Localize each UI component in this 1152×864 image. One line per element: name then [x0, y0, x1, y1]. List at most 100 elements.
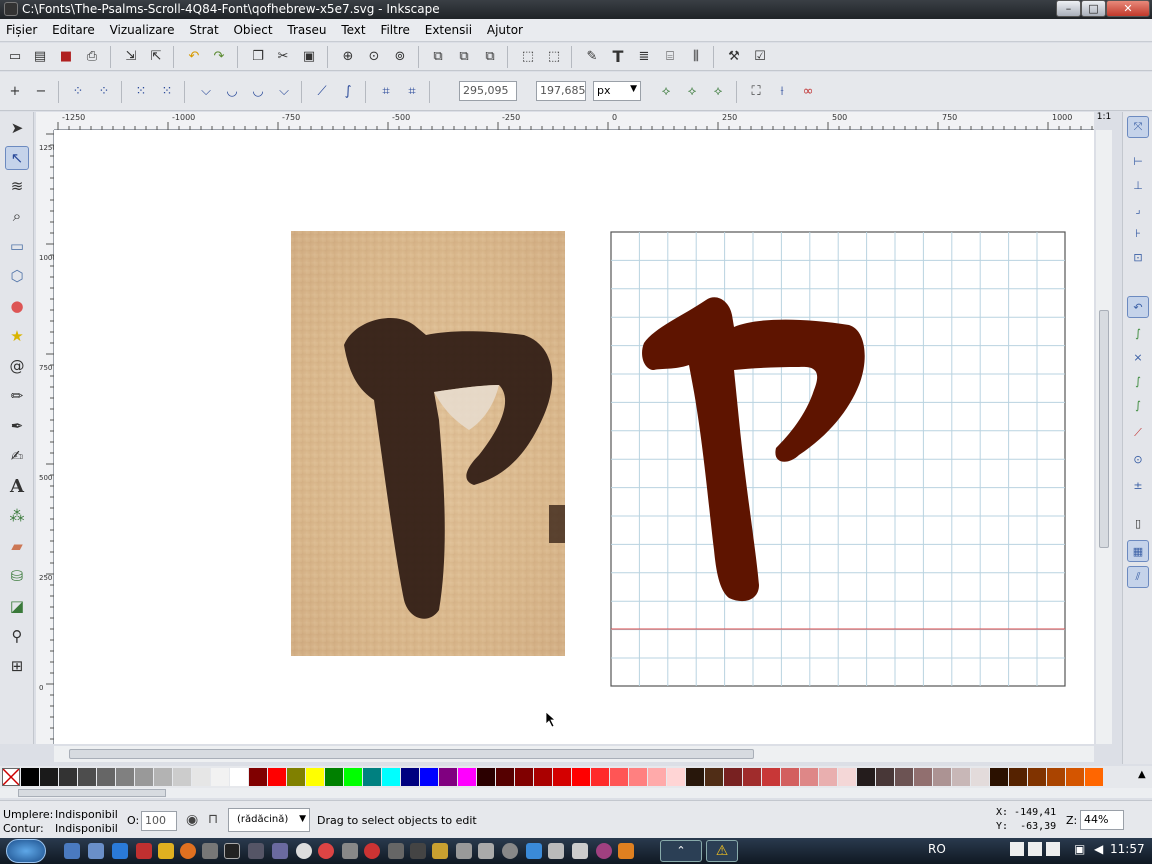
xml-editor-icon[interactable]: ⌸ — [659, 45, 681, 67]
taskbar-app9-icon[interactable] — [526, 843, 542, 859]
menu-help[interactable]: Ajutor — [481, 19, 528, 37]
unit-select[interactable]: px ▼ — [593, 81, 641, 101]
horizontal-scroll-thumb[interactable] — [69, 749, 754, 759]
palette-scrollbar[interactable] — [0, 788, 1152, 798]
color-swatch[interactable] — [534, 768, 552, 786]
export-icon[interactable]: ⇱ — [145, 45, 167, 67]
minimize-button[interactable]: – — [1056, 0, 1081, 17]
zoom-page-icon[interactable]: ⊚ — [389, 45, 411, 67]
taskbar-opera-icon[interactable] — [364, 843, 380, 859]
color-swatch[interactable] — [268, 768, 286, 786]
preferences-icon[interactable]: ⚒ — [723, 45, 745, 67]
zoom-input[interactable]: 44% — [1080, 810, 1124, 830]
no-paint-swatch[interactable] — [2, 768, 20, 786]
rectangle-tool-icon[interactable]: ▭ — [5, 234, 29, 258]
save-icon[interactable]: ■ — [55, 45, 77, 67]
taskbar-show-hidden-button[interactable]: ⌃ — [660, 840, 702, 862]
taskbar-app7-icon[interactable] — [478, 843, 494, 859]
spray-tool-icon[interactable]: ⁂ — [5, 504, 29, 528]
color-swatch[interactable] — [762, 768, 780, 786]
taskbar-app5-icon[interactable] — [432, 843, 448, 859]
language-indicator[interactable]: RO — [928, 842, 946, 856]
y-coordinate-input[interactable]: 197,685 — [536, 81, 586, 101]
color-swatch[interactable] — [173, 768, 191, 786]
color-swatch[interactable] — [553, 768, 571, 786]
network-icon[interactable]: ▣ — [1074, 842, 1085, 856]
color-swatch[interactable] — [895, 768, 913, 786]
menu-path[interactable]: Traseu — [281, 19, 331, 37]
color-swatch[interactable] — [781, 768, 799, 786]
join-nodes-icon[interactable]: ⁘ — [67, 80, 89, 102]
color-swatch[interactable] — [914, 768, 932, 786]
cusp-node-icon[interactable]: ⌵ — [195, 80, 217, 102]
duplicate-icon[interactable]: ⧉ — [427, 45, 449, 67]
menu-view[interactable]: Vizualizare — [104, 19, 180, 37]
drawing-canvas[interactable] — [54, 130, 1094, 744]
layer-select[interactable]: (rădăcină) ▼ — [228, 808, 310, 832]
gradient-tool-icon[interactable]: ◪ — [5, 594, 29, 618]
color-swatch[interactable] — [97, 768, 115, 786]
snap-paths-icon[interactable]: ∫ — [1127, 322, 1149, 344]
snap-grid-icon[interactable]: ▦ — [1127, 540, 1149, 562]
edit-clip-icon[interactable]: ⟡ — [707, 80, 729, 102]
break-path-icon[interactable]: ⁘ — [93, 80, 115, 102]
spiral-tool-icon[interactable]: @ — [5, 354, 29, 378]
color-swatch[interactable] — [154, 768, 172, 786]
taskbar-app2-icon[interactable] — [342, 843, 358, 859]
import-icon[interactable]: ⇲ — [120, 45, 142, 67]
menu-edit[interactable]: Editare — [46, 19, 100, 37]
box3d-tool-icon[interactable]: ⬡ — [5, 264, 29, 288]
color-swatch[interactable] — [515, 768, 533, 786]
eraser-tool-icon[interactable]: ▰ — [5, 534, 29, 558]
color-swatch[interactable] — [610, 768, 628, 786]
taskbar-app3-icon[interactable] — [388, 843, 404, 859]
taskbar-php-icon[interactable] — [272, 843, 288, 859]
color-swatch[interactable] — [800, 768, 818, 786]
delete-segment-icon[interactable]: ⁙ — [156, 80, 178, 102]
color-swatch[interactable] — [21, 768, 39, 786]
text-tool-icon[interactable]: A — [5, 474, 29, 498]
color-swatch[interactable] — [1066, 768, 1084, 786]
taskbar-ie-icon[interactable] — [112, 843, 128, 859]
taskbar-app11-icon[interactable] — [572, 843, 588, 859]
color-swatch[interactable] — [667, 768, 685, 786]
join-segment-icon[interactable]: ⁙ — [130, 80, 152, 102]
taskbar-app10-icon[interactable] — [548, 843, 564, 859]
color-swatch[interactable] — [876, 768, 894, 786]
redo-icon[interactable]: ↷ — [208, 45, 230, 67]
horizontal-scrollbar[interactable] — [54, 746, 1094, 762]
taskbar-app-icon[interactable] — [136, 843, 152, 859]
color-swatch[interactable] — [990, 768, 1008, 786]
text-font-icon[interactable]: T — [607, 45, 629, 67]
taskbar-explorer-icon[interactable] — [88, 843, 104, 859]
copy-icon[interactable]: ❐ — [247, 45, 269, 67]
palette-menu-icon[interactable]: ▲ — [1138, 769, 1146, 780]
unlink-clone-icon[interactable]: ⧉ — [479, 45, 501, 67]
snap-cusp-icon[interactable]: ∫ — [1127, 370, 1149, 392]
cut-icon[interactable]: ✂ — [272, 45, 294, 67]
color-swatch[interactable] — [59, 768, 77, 786]
snap-enable-icon[interactable]: ⤧ — [1127, 116, 1149, 138]
segment-curve-icon[interactable]: ∫ — [337, 80, 359, 102]
fill-stroke-icon[interactable]: ✎ — [581, 45, 603, 67]
color-swatch[interactable] — [439, 768, 457, 786]
tray-icon[interactable] — [1028, 842, 1042, 856]
warning-icon[interactable]: ⚠ — [706, 840, 738, 862]
paint-bucket-tool-icon[interactable]: ⛁ — [5, 564, 29, 588]
document-properties-icon[interactable]: ☑ — [749, 45, 771, 67]
color-swatch[interactable] — [1085, 768, 1103, 786]
color-swatch[interactable] — [572, 768, 590, 786]
object-to-path-icon[interactable]: ⌗ — [375, 80, 397, 102]
snap-guides-icon[interactable]: ⫽ — [1127, 566, 1149, 588]
color-swatch[interactable] — [230, 768, 248, 786]
undo-icon[interactable]: ↶ — [183, 45, 205, 67]
snap-bbox-midpoint-icon[interactable]: ⊦ — [1127, 222, 1149, 244]
open-icon[interactable]: ▤ — [29, 45, 51, 67]
taskbar-app6-icon[interactable] — [456, 843, 472, 859]
vertical-scrollbar[interactable] — [1096, 130, 1112, 744]
scroll-photo[interactable] — [291, 231, 565, 656]
color-swatch[interactable] — [838, 768, 856, 786]
show-handles-icon[interactable]: ⟡ — [655, 80, 677, 102]
start-button[interactable] — [6, 839, 46, 863]
tweak-tool-icon[interactable]: ≋ — [5, 174, 29, 198]
